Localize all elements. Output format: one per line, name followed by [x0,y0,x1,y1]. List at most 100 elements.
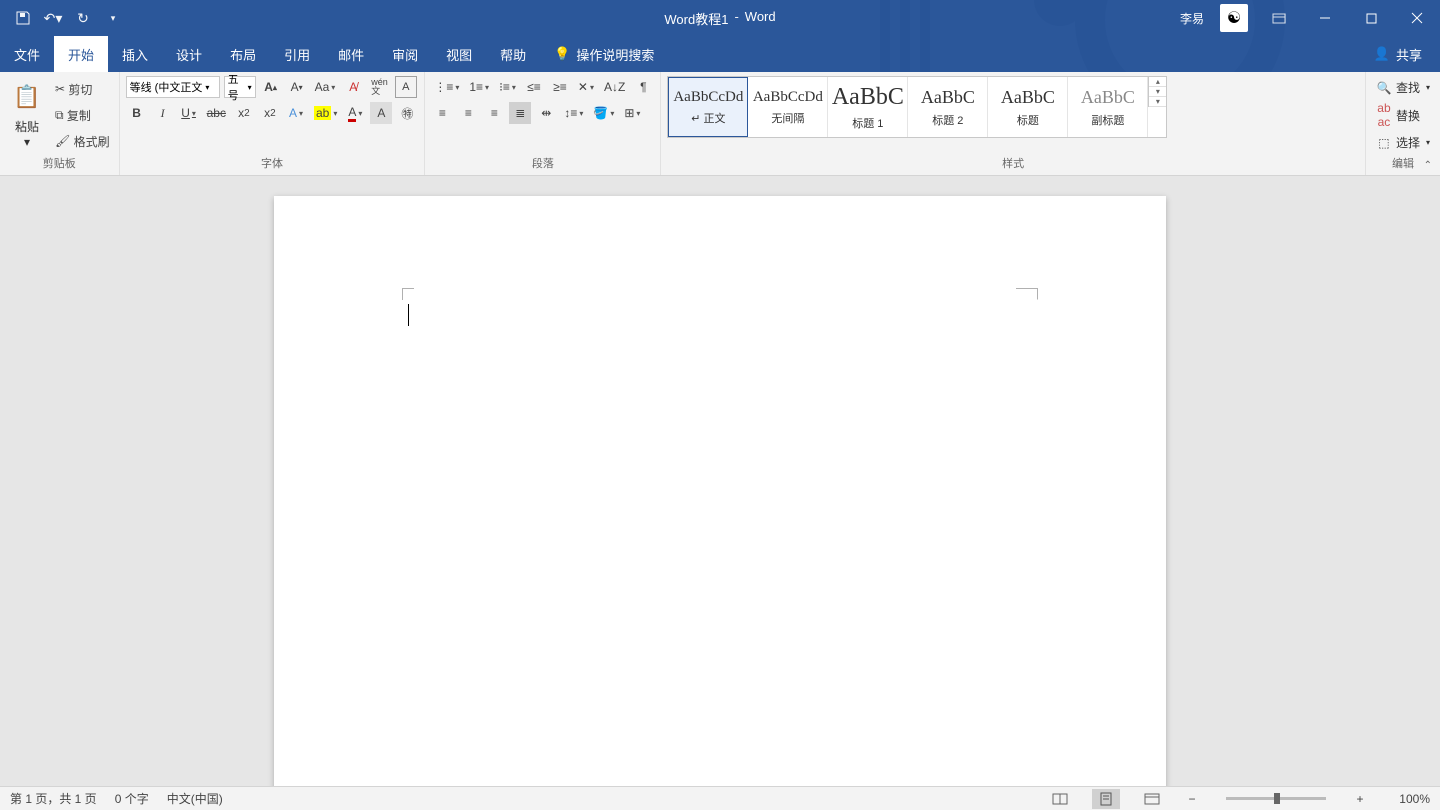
style-no-spacing[interactable]: AaBbCcDd无间隔 [748,77,828,137]
collapse-ribbon-icon[interactable]: ⌃ [1424,160,1432,171]
phonetic-guide-button[interactable]: wén文 [368,76,391,98]
numbering-button[interactable]: 1≡▾ [466,76,492,98]
zoom-slider[interactable] [1226,797,1326,800]
tab-file[interactable]: 文件 [0,36,54,72]
style-subtitle[interactable]: AaBbC副标题 [1068,77,1148,137]
asian-layout-button[interactable]: ✕▾ [575,76,597,98]
distributed-button[interactable]: ⇹ [535,102,557,124]
align-left-button[interactable]: ≡ [431,102,453,124]
tab-review[interactable]: 审阅 [378,36,432,72]
font-size-combo[interactable]: 五号▾ [224,76,256,98]
increase-indent-button[interactable]: ≥≡ [549,76,571,98]
show-marks-button[interactable]: ¶ [632,76,654,98]
style-title[interactable]: AaBbC标题 [988,77,1068,137]
tab-references[interactable]: 引用 [270,36,324,72]
maximize-button[interactable] [1348,0,1394,36]
format-painter-button[interactable]: 🖌 格式刷 [52,130,113,152]
multilevel-list-button[interactable]: ⁝≡▾ [496,76,519,98]
quick-access-toolbar: ↶▾ ↻ ▾ [0,9,122,27]
style-scroll-up-icon[interactable]: ▴ [1149,77,1166,87]
redo-icon[interactable]: ↻ [74,9,92,27]
tab-view[interactable]: 视图 [432,36,486,72]
share-icon: 👤 [1374,46,1390,62]
zoom-in-button[interactable]: + [1352,792,1368,806]
tell-me-search[interactable]: 💡 操作说明搜索 [540,36,668,72]
superscript-button[interactable]: x2 [259,102,281,124]
italic-button[interactable]: I [152,102,174,124]
justify-button[interactable]: ≣ [509,102,531,124]
tab-home[interactable]: 开始 [54,36,108,72]
paste-button[interactable]: 📋 粘贴 ▾ [6,76,48,149]
line-spacing-button[interactable]: ↕≡▾ [561,102,586,124]
user-avatar[interactable]: ☯ [1220,4,1248,32]
replace-icon: abac [1376,101,1392,129]
status-page[interactable]: 第 1 页，共 1 页 [10,790,97,807]
zoom-level[interactable]: 100% [1386,792,1430,806]
group-clipboard: 📋 粘贴 ▾ ✂ 剪切 ⧉ 复制 🖌 格式刷 剪贴板 [0,72,120,175]
tab-insert[interactable]: 插入 [108,36,162,72]
replace-button[interactable]: abac替换 [1372,100,1434,130]
highlight-button[interactable]: ab▾ [311,102,340,124]
change-case-button[interactable]: Aa▾ [312,76,339,98]
group-label-clipboard: 剪贴板 [6,152,113,175]
character-shading-button[interactable]: A [370,102,392,124]
style-heading2[interactable]: AaBbC标题 2 [908,77,988,137]
user-name[interactable]: 李易 [1172,10,1212,27]
align-center-button[interactable]: ≡ [457,102,479,124]
strikethrough-button[interactable]: abc [204,102,229,124]
customize-qat-icon[interactable]: ▾ [104,9,122,27]
ribbon-display-options[interactable] [1256,0,1302,36]
shading-button[interactable]: 🪣▾ [590,102,617,124]
zoom-slider-thumb[interactable] [1274,793,1280,804]
document-page[interactable] [274,196,1166,786]
select-icon: ⬚ [1376,136,1392,150]
sort-button[interactable]: A↓Z [601,76,628,98]
status-language[interactable]: 中文(中国) [167,790,223,807]
decrease-indent-button[interactable]: ≤≡ [523,76,545,98]
web-layout-button[interactable] [1138,789,1166,809]
text-effects-button[interactable]: A▾ [285,102,307,124]
zoom-out-button[interactable]: − [1184,792,1200,806]
group-label-paragraph: 段落 [431,152,654,175]
group-paragraph: ⋮≡▾ 1≡▾ ⁝≡▾ ≤≡ ≥≡ ✕▾ A↓Z ¶ ≡ ≡ ≡ ≣ ⇹ ↕≡▾… [425,72,661,175]
subscript-button[interactable]: x2 [233,102,255,124]
cut-button[interactable]: ✂ 剪切 [52,78,113,100]
style-heading1[interactable]: AaBbC标题 1 [828,77,908,137]
minimize-button[interactable] [1302,0,1348,36]
shrink-font-button[interactable]: A▾ [286,76,308,98]
read-mode-button[interactable] [1046,789,1074,809]
text-cursor [408,304,409,326]
clear-formatting-button[interactable]: A̸ [342,76,364,98]
title-bar: ↶▾ ↻ ▾ Word教程1 - Word 李易 ☯ [0,0,1440,36]
align-right-button[interactable]: ≡ [483,102,505,124]
enclose-characters-button[interactable]: ㊕ [396,102,418,124]
character-border-button[interactable]: A [395,76,417,98]
font-name-combo[interactable]: 等线 (中文正文▾ [126,76,220,98]
borders-button[interactable]: ⊞▾ [621,102,643,124]
font-color-button[interactable]: A▾ [344,102,366,124]
tab-help[interactable]: 帮助 [486,36,540,72]
style-normal[interactable]: AaBbCcDd↵ 正文 [668,77,748,137]
tab-design[interactable]: 设计 [162,36,216,72]
close-button[interactable] [1394,0,1440,36]
bullets-button[interactable]: ⋮≡▾ [431,76,462,98]
copy-button[interactable]: ⧉ 复制 [52,104,113,126]
bold-button[interactable]: B [126,102,148,124]
select-button[interactable]: ⬚选择▾ [1372,133,1434,152]
underline-button[interactable]: U▾ [178,102,200,124]
tab-layout[interactable]: 布局 [216,36,270,72]
style-scroll-down-icon[interactable]: ▾ [1149,87,1166,97]
share-button[interactable]: 👤 共享 [1356,36,1440,72]
style-gallery: AaBbCcDd↵ 正文 AaBbCcDd无间隔 AaBbC标题 1 AaBbC… [667,76,1167,138]
print-layout-button[interactable] [1092,789,1120,809]
save-icon[interactable] [14,9,32,27]
scissors-icon: ✂ [55,82,65,96]
document-scroll-area[interactable] [0,176,1440,786]
find-button[interactable]: 🔍查找▾ [1372,78,1434,97]
grow-font-button[interactable]: A▴ [260,76,282,98]
tab-mailings[interactable]: 邮件 [324,36,378,72]
clipboard-icon: 📋 [10,76,44,118]
style-expand-icon[interactable]: ▾ [1149,97,1166,107]
status-word-count[interactable]: 0 个字 [115,790,149,807]
undo-icon[interactable]: ↶▾ [44,9,62,27]
